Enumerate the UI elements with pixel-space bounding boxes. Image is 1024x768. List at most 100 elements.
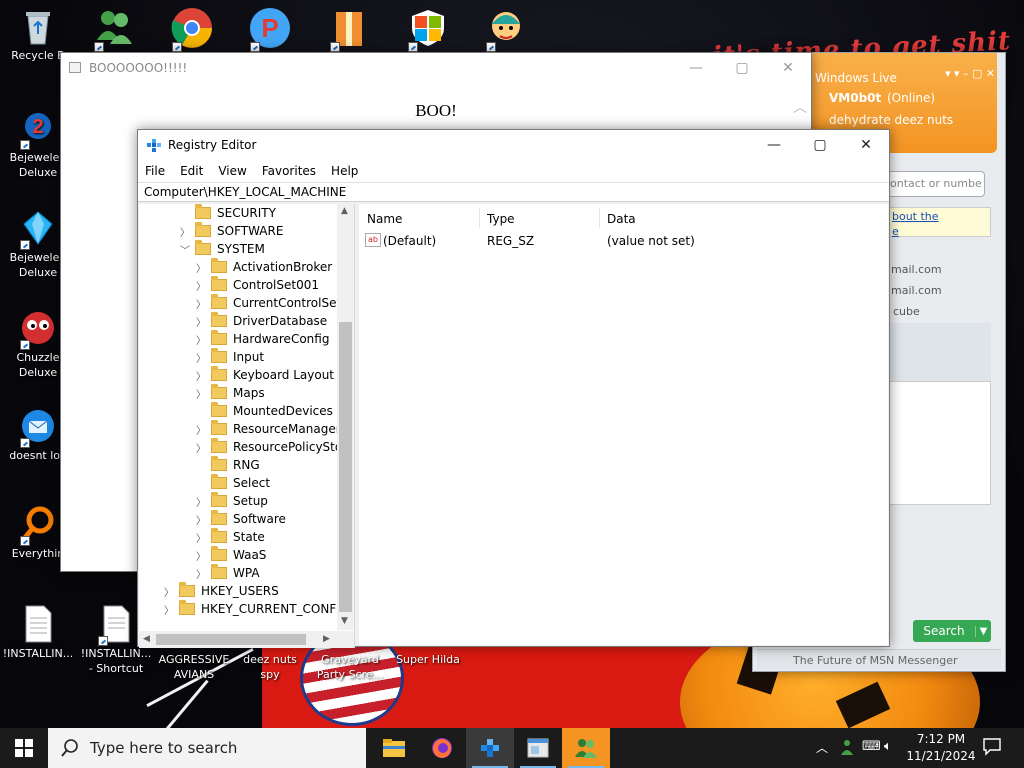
chevron-right-icon[interactable]: 〉 xyxy=(195,350,207,365)
desktop-icon-installing[interactable]: !INSTALLIN... xyxy=(0,604,76,661)
menu-help[interactable]: Help xyxy=(324,160,366,182)
chevron-down-icon[interactable]: ﹀ xyxy=(179,242,191,257)
column-divider[interactable] xyxy=(479,208,480,228)
tree-node-hkey-users[interactable]: 〉 HKEY_USERS xyxy=(163,582,279,600)
msn-search-button[interactable]: Search ▼ xyxy=(913,620,991,642)
msn-news-link[interactable]: bout the e xyxy=(887,207,991,238)
msn-link-text[interactable]: e xyxy=(892,225,899,238)
tree-node-subkey[interactable]: MountedDevices xyxy=(195,402,333,420)
msn-search-contacts-input[interactable]: ontact or numbe xyxy=(881,171,985,197)
tree-vertical-scrollbar[interactable]: ▲ ▼ xyxy=(337,204,354,630)
desktop-icon-deez-nuts-spy[interactable]: deez nuts spy xyxy=(232,652,308,682)
chevron-right-icon[interactable]: 〉 xyxy=(163,584,175,599)
scroll-left-icon[interactable]: ◀ xyxy=(143,634,150,644)
taskbar-search-box[interactable]: Type here to search xyxy=(48,728,366,768)
msn-username[interactable]: VM0b0t xyxy=(829,91,881,105)
taskbar-clock[interactable]: 7:12 PM 11/21/2024 xyxy=(902,728,980,768)
msn-contact[interactable]: mail.com xyxy=(891,284,942,297)
tree-node-subkey[interactable]: RNG xyxy=(195,456,260,474)
chevron-right-icon[interactable]: 〉 xyxy=(195,494,207,509)
chevron-right-icon[interactable]: 〉 xyxy=(179,224,191,239)
registry-tree[interactable]: SECURITY 〉 SOFTWARE ﹀ SYSTEM 〉 Activation… xyxy=(139,204,355,648)
tree-node-subkey[interactable]: 〉 State xyxy=(195,528,265,546)
tree-node-subkey[interactable]: 〉 ControlSet001 xyxy=(195,276,319,294)
menu-file[interactable]: File xyxy=(138,160,173,182)
tree-node-subkey[interactable]: 〉 DriverDatabase xyxy=(195,312,327,330)
tree-node-subkey[interactable]: 〉 Software xyxy=(195,510,286,528)
msn-link-text[interactable]: bout the xyxy=(892,210,939,223)
volume-icon[interactable]: 🔈︎ xyxy=(884,739,892,754)
registry-editor-window[interactable]: Registry Editor — ▢ ✕ File Edit View Fav… xyxy=(137,129,890,648)
chevron-right-icon[interactable]: 〉 xyxy=(195,332,207,347)
desktop-icon-msn[interactable] xyxy=(92,6,136,52)
menu-favorites[interactable]: Favorites xyxy=(255,160,324,182)
tree-node-hkey-current-config[interactable]: 〉 HKEY_CURRENT_CONFIG xyxy=(163,600,349,618)
tree-node-subkey[interactable]: 〉 ResourcePolicyStore xyxy=(195,438,354,456)
taskbar-file-explorer[interactable] xyxy=(370,728,418,768)
msn-contact[interactable]: mail.com xyxy=(891,263,942,276)
chevron-right-icon[interactable]: 〉 xyxy=(195,422,207,437)
scroll-up-icon[interactable]: ︿ xyxy=(793,97,807,117)
tree-node-software[interactable]: 〉 SOFTWARE xyxy=(179,222,283,240)
regedit-titlebar[interactable]: Registry Editor — ▢ ✕ xyxy=(138,130,889,160)
desktop-icon-aggressive-avians[interactable]: AGGRESSIVE AVIANS xyxy=(156,652,232,682)
column-header-type[interactable]: Type xyxy=(487,212,515,226)
chevron-right-icon[interactable]: 〉 xyxy=(195,566,207,581)
chevron-right-icon[interactable]: 〉 xyxy=(195,368,207,383)
chevron-right-icon[interactable]: 〉 xyxy=(195,548,207,563)
tree-node-system[interactable]: ﹀ SYSTEM xyxy=(179,240,265,258)
menu-edit[interactable]: Edit xyxy=(173,160,211,182)
scroll-down-icon[interactable]: ▼ xyxy=(341,616,348,626)
tree-node-subkey[interactable]: 〉 Keyboard Layout xyxy=(195,366,334,384)
start-button[interactable] xyxy=(0,728,48,768)
tree-node-subkey[interactable]: 〉 ResourceManager xyxy=(195,420,341,438)
desktop-icon-chrome[interactable] xyxy=(170,6,214,52)
desktop-icon-windows-security[interactable] xyxy=(406,6,450,52)
tree-node-subkey[interactable]: 〉 Input xyxy=(195,348,264,366)
tree-node-subkey[interactable]: 〉 WPA xyxy=(195,564,260,582)
desktop-icon-p-app[interactable]: P xyxy=(248,6,292,52)
minimize-button[interactable]: — xyxy=(673,53,719,83)
tree-horizontal-scrollbar[interactable]: ◀ ▶ xyxy=(139,631,354,648)
msn-contact[interactable]: cube xyxy=(893,305,920,318)
desktop-icon-super-hilda[interactable]: Super Hilda xyxy=(390,652,466,667)
taskbar-msn-messenger[interactable] xyxy=(562,728,610,768)
notification-center-icon[interactable] xyxy=(982,736,1002,759)
column-header-data[interactable]: Data xyxy=(607,212,636,226)
chevron-right-icon[interactable]: 〉 xyxy=(195,296,207,311)
maximize-button[interactable]: ▢ xyxy=(797,130,843,160)
menu-view[interactable]: View xyxy=(211,160,254,182)
registry-values-list[interactable]: Name Type Data ab (Default) REG_SZ (valu… xyxy=(359,204,888,645)
chevron-up-icon[interactable]: ︿ xyxy=(816,739,828,756)
boo-titlebar[interactable]: BOOOOOOO!!!!! — ▢ ✕ xyxy=(61,53,811,83)
chevron-right-icon[interactable]: 〉 xyxy=(163,602,175,617)
scrollbar-thumb[interactable] xyxy=(156,634,306,645)
tree-node-subkey[interactable]: 〉 CurrentControlSet xyxy=(195,294,341,312)
tree-node-subkey[interactable]: 〉 Maps xyxy=(195,384,265,402)
chevron-right-icon[interactable]: 〉 xyxy=(195,386,207,401)
tree-node-subkey[interactable]: Select xyxy=(195,474,270,492)
msn-personal-message[interactable]: dehydrate deez nuts xyxy=(829,113,953,127)
chevron-right-icon[interactable]: 〉 xyxy=(195,260,207,275)
msn-tray-icon[interactable] xyxy=(838,738,856,759)
network-icon[interactable]: ⌨ xyxy=(862,739,881,754)
close-button[interactable]: ✕ xyxy=(765,53,811,83)
chevron-right-icon[interactable]: 〉 xyxy=(195,512,207,527)
taskbar-boo-window[interactable] xyxy=(514,728,562,768)
tree-node-subkey[interactable]: 〉 WaaS xyxy=(195,546,266,564)
taskbar-regedit[interactable] xyxy=(466,728,514,768)
msn-window-controls[interactable]: ▾ ▾ – ▢ ✕ xyxy=(945,67,995,80)
chevron-down-icon[interactable]: ▼ xyxy=(975,625,991,637)
taskbar-firefox[interactable] xyxy=(418,728,466,768)
tree-node-subkey[interactable]: 〉 HardwareConfig xyxy=(195,330,329,348)
tree-node-subkey[interactable]: 〉 Setup xyxy=(195,492,268,510)
close-button[interactable]: ✕ xyxy=(843,130,889,160)
minimize-button[interactable]: — xyxy=(751,130,797,160)
chevron-right-icon[interactable]: 〉 xyxy=(195,530,207,545)
chevron-right-icon[interactable]: 〉 xyxy=(195,440,207,455)
desktop-icon-archive[interactable] xyxy=(328,6,372,52)
scroll-right-icon[interactable]: ▶ xyxy=(323,634,330,644)
maximize-button[interactable]: ▢ xyxy=(719,53,765,83)
address-bar[interactable]: Computer\HKEY_LOCAL_MACHINE xyxy=(138,182,889,202)
chevron-right-icon[interactable]: 〉 xyxy=(195,278,207,293)
